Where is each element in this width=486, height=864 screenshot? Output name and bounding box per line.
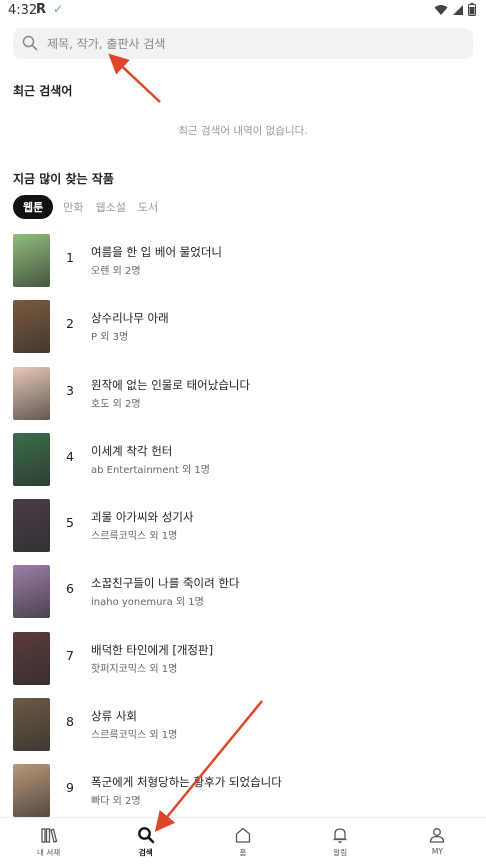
tab-books[interactable]: 도서 <box>138 195 158 219</box>
nav-my[interactable]: MY <box>389 818 486 864</box>
rank-number: 3 <box>66 382 74 398</box>
rank-number: 4 <box>66 448 74 464</box>
cover-thumbnail[interactable] <box>13 366 50 420</box>
search-bar[interactable] <box>13 28 473 59</box>
cover-thumbnail[interactable] <box>13 565 50 619</box>
popular-list: 1 여름을 한 입 베어 물었더니 오렌 외 2명 2 상수리나무 아래 P 외… <box>0 228 486 825</box>
rank-number: 5 <box>66 515 74 531</box>
rank-number: 2 <box>66 316 74 332</box>
list-item[interactable]: 6 소꿉친구들이 나를 죽이려 한다 inaho yonemura 외 1명 <box>0 559 486 625</box>
list-item[interactable]: 1 여름을 한 입 베어 물었더니 오렌 외 2명 <box>0 228 486 294</box>
item-title[interactable]: 원작에 없는 인물로 태어났습니다 <box>91 377 250 393</box>
rank-number: 9 <box>66 780 74 796</box>
search-icon <box>137 827 155 844</box>
cover-thumbnail[interactable] <box>13 631 50 685</box>
cover-thumbnail[interactable] <box>13 499 50 553</box>
status-r-icon: R <box>36 2 47 17</box>
nav-notifications[interactable]: 알림 <box>292 818 389 864</box>
rank-number: 1 <box>66 250 74 265</box>
home-icon <box>235 827 251 843</box>
list-item[interactable]: 3 원작에 없는 인물로 태어났습니다 호도 외 2명 <box>0 361 486 427</box>
tab-webnovel[interactable]: 웹소설 <box>96 195 126 219</box>
item-author: inaho yonemura 외 1명 <box>91 597 204 609</box>
recent-empty-text: 최근 검색어 내역이 없습니다. <box>178 125 308 137</box>
library-icon <box>40 828 57 843</box>
item-author: ab Entertainment 외 1명 <box>91 464 210 476</box>
item-title[interactable]: 폭군에게 처형당하는 황후가 되었습니다 <box>91 774 282 790</box>
cover-thumbnail[interactable] <box>13 698 50 752</box>
item-author: P 외 3명 <box>91 332 129 344</box>
user-icon <box>430 828 445 843</box>
status-check-icon: ✓ <box>53 2 64 16</box>
item-title[interactable]: 괴물 아가씨와 성기사 <box>91 509 194 525</box>
nav-label: 알림 <box>333 848 348 857</box>
item-title[interactable]: 여름을 한 입 베어 물었더니 <box>91 244 222 260</box>
list-item[interactable]: 7 배덕한 타인에게 [개정판] 핫퍼지코믹스 외 1명 <box>0 626 486 692</box>
nav-label: 내 서재 <box>37 848 61 857</box>
item-author: 빠다 외 2명 <box>91 796 141 808</box>
status-icons <box>434 3 476 16</box>
item-title[interactable]: 소꿉친구들이 나를 죽이려 한다 <box>91 575 240 591</box>
rank-number: 6 <box>66 581 74 597</box>
list-item[interactable]: 2 상수리나무 아래 P 외 3명 <box>0 294 486 360</box>
list-item[interactable]: 4 이세계 착각 헌터 ab Entertainment 외 1명 <box>0 427 486 493</box>
cover-thumbnail[interactable] <box>13 432 50 486</box>
bottom-nav: 내 서재 검색 홈 알림 MY <box>0 817 486 864</box>
tab-webtoon[interactable]: 웹툰 <box>13 195 54 219</box>
status-bar: 4:32 R ✓ <box>0 0 486 22</box>
item-author: 호도 외 2명 <box>91 398 141 410</box>
list-item[interactable]: 8 상류 사회 스르륵코믹스 외 1명 <box>0 692 486 758</box>
category-tabs: 웹툰 만화 웹소설 도서 <box>13 195 170 219</box>
nav-label: MY <box>431 847 443 856</box>
nav-label: 검색 <box>138 848 153 857</box>
item-author: 스르륵코믹스 외 1명 <box>91 531 178 543</box>
nav-search[interactable]: 검색 <box>97 818 194 864</box>
search-icon <box>22 35 38 51</box>
recent-searches-title: 최근 검색어 <box>13 84 73 98</box>
battery-icon <box>468 3 476 16</box>
item-author: 핫퍼지코믹스 외 1명 <box>91 663 178 675</box>
list-item[interactable]: 9 폭군에게 처형당하는 황후가 되었습니다 빠다 외 2명 <box>0 758 486 824</box>
tab-comics[interactable]: 만화 <box>63 195 83 219</box>
signal-icon <box>453 4 463 15</box>
rank-number: 8 <box>66 714 74 730</box>
status-time: 4:32 <box>8 3 38 18</box>
list-item[interactable]: 5 괴물 아가씨와 성기사 스르륵코믹스 외 1명 <box>0 493 486 559</box>
cover-thumbnail[interactable] <box>13 234 50 287</box>
item-author: 스르륵코믹스 외 1명 <box>91 730 178 742</box>
search-input[interactable] <box>47 28 457 59</box>
item-title[interactable]: 배덕한 타인에게 [개정판] <box>91 642 213 658</box>
bell-icon <box>333 828 347 843</box>
nav-home[interactable]: 홈 <box>194 818 291 864</box>
item-title[interactable]: 상류 사회 <box>91 708 137 724</box>
wifi-icon <box>434 4 448 15</box>
cover-thumbnail[interactable] <box>13 764 50 818</box>
cover-thumbnail[interactable] <box>13 300 50 354</box>
nav-library[interactable]: 내 서재 <box>0 818 97 864</box>
popular-title: 지금 많이 찾는 작품 <box>13 172 114 186</box>
item-author: 오렌 외 2명 <box>91 266 141 277</box>
item-title[interactable]: 상수리나무 아래 <box>91 310 169 326</box>
rank-number: 7 <box>66 647 74 663</box>
item-title[interactable]: 이세계 착각 헌터 <box>91 443 172 459</box>
nav-label: 홈 <box>239 848 247 857</box>
annotation-arrow-search <box>108 53 161 103</box>
